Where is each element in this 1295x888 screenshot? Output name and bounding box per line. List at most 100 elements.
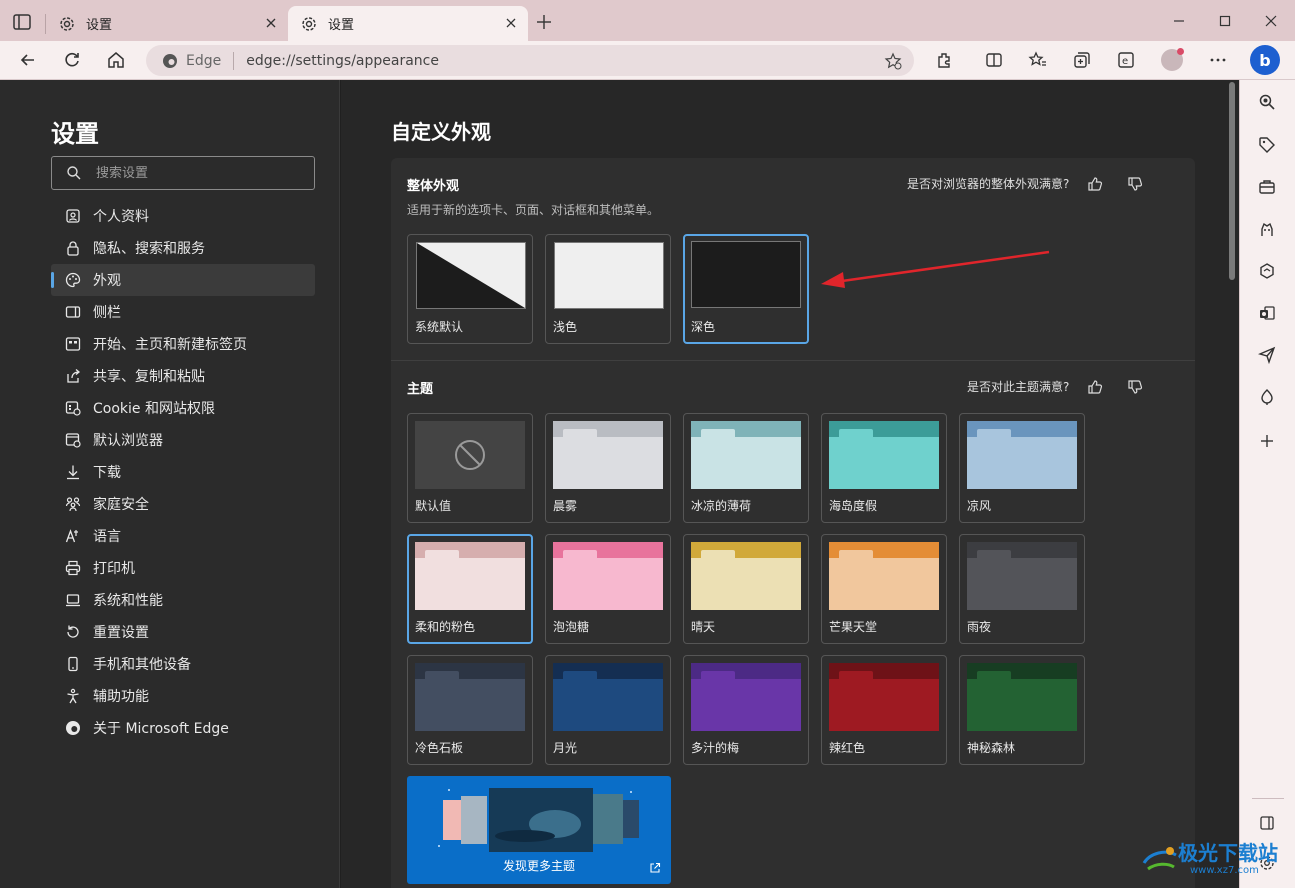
theme-tile[interactable]: 凉风 xyxy=(959,413,1085,523)
thumbs-up-icon[interactable] xyxy=(1087,379,1103,395)
tab-strip: 设置 设置 xyxy=(0,0,1295,41)
new-tab-icon[interactable] xyxy=(536,14,552,30)
theme-preview-tab xyxy=(839,671,873,683)
toolbox-icon[interactable] xyxy=(1258,178,1276,196)
tab-settings-2[interactable]: 设置 xyxy=(288,6,528,41)
theme-tile[interactable]: 多汁的梅 xyxy=(683,655,809,765)
copilot-label: b xyxy=(1259,50,1271,70)
sidebar-item-share[interactable]: 共享、复制和粘贴 xyxy=(51,360,315,392)
close-window-icon[interactable] xyxy=(1264,14,1278,28)
sidebar-item-reset[interactable]: 重置设置 xyxy=(51,616,315,648)
sidebar-item-system[interactable]: 系统和性能 xyxy=(51,584,315,616)
theme-tile[interactable]: 芒果天堂 xyxy=(821,534,947,644)
theme-tile[interactable]: 柔和的粉色 xyxy=(407,534,533,644)
sidebar-item-default-browser[interactable]: 默认浏览器 xyxy=(51,424,315,456)
drop-icon[interactable] xyxy=(1258,388,1276,406)
browser-icon xyxy=(65,433,81,448)
theme-preview xyxy=(691,542,801,610)
family-icon xyxy=(65,497,81,512)
more-icon[interactable] xyxy=(1208,50,1228,70)
back-icon[interactable] xyxy=(18,50,38,70)
sidebar-item-start-home[interactable]: 开始、主页和新建标签页 xyxy=(51,328,315,360)
theme-tile[interactable]: 晨雾 xyxy=(545,413,671,523)
tab-actions-icon[interactable] xyxy=(12,13,32,31)
theme-tile[interactable]: 冰凉的薄荷 xyxy=(683,413,809,523)
collections-icon[interactable] xyxy=(1072,50,1092,70)
theme-tile[interactable]: 默认值 xyxy=(407,413,533,523)
hide-sidebar-icon[interactable] xyxy=(1258,814,1276,832)
palette-icon xyxy=(65,272,81,288)
theme-tile[interactable]: 神秘森林 xyxy=(959,655,1085,765)
thumbs-up-icon[interactable] xyxy=(1087,176,1103,192)
address-bar[interactable]: Edge edge://settings/appearance xyxy=(146,45,914,76)
theme-tile[interactable]: 海岛度假 xyxy=(821,413,947,523)
sidebar-item-sidebar[interactable]: 侧栏 xyxy=(51,296,315,328)
main-scrollbar[interactable] xyxy=(1226,80,1238,888)
add-icon[interactable] xyxy=(1258,432,1276,450)
send-icon[interactable] xyxy=(1258,346,1276,364)
favorites-icon[interactable] xyxy=(1028,50,1048,70)
split-screen-icon[interactable] xyxy=(984,50,1004,70)
sidebar-item-downloads[interactable]: 下载 xyxy=(51,456,315,488)
refresh-icon[interactable] xyxy=(62,50,82,70)
theme-preview-body xyxy=(829,437,939,489)
close-icon[interactable] xyxy=(504,16,518,30)
search-icon[interactable] xyxy=(1258,93,1276,111)
sidebar-item-about[interactable]: 关于 Microsoft Edge xyxy=(51,712,315,744)
theme-tile[interactable]: 冷色石板 xyxy=(407,655,533,765)
address-url[interactable]: edge://settings/appearance xyxy=(246,53,439,69)
avatar[interactable] xyxy=(1161,48,1184,71)
minimize-icon[interactable] xyxy=(1172,14,1186,28)
copilot-button[interactable]: b xyxy=(1250,45,1280,75)
theme-preview-tab xyxy=(839,550,873,562)
sidebar-item-cookies[interactable]: Cookie 和网站权限 xyxy=(51,392,315,424)
sidebar-item-profile[interactable]: 个人资料 xyxy=(51,200,315,232)
home-icon[interactable] xyxy=(106,50,126,70)
ie-mode-icon[interactable]: e xyxy=(1116,50,1136,70)
discover-more-themes[interactable]: 发现更多主题 xyxy=(407,776,671,884)
sidebar-item-accessibility[interactable]: 辅助功能 xyxy=(51,680,315,712)
tag-icon[interactable] xyxy=(1258,136,1276,154)
theme-preview xyxy=(415,542,525,610)
games-icon[interactable] xyxy=(1258,220,1276,238)
theme-preview-tab xyxy=(425,671,459,683)
appearance-option-system[interactable]: 系统默认 xyxy=(407,234,533,344)
sidebar-item-printers[interactable]: 打印机 xyxy=(51,552,315,584)
add-favorite-icon[interactable] xyxy=(884,52,902,70)
appearance-option-light[interactable]: 浅色 xyxy=(545,234,671,344)
sidebar-item-phone[interactable]: 手机和其他设备 xyxy=(51,648,315,680)
appearance-option-dark[interactable]: 深色 xyxy=(683,234,809,344)
sidebar-item-family[interactable]: 家庭安全 xyxy=(51,488,315,520)
close-icon[interactable] xyxy=(264,16,278,30)
light-preview xyxy=(554,242,664,309)
theme-preview-tab xyxy=(701,671,735,683)
sidebar-item-label: 侧栏 xyxy=(93,305,121,321)
watermark-swirl-icon xyxy=(1142,847,1177,871)
theme-preview xyxy=(967,542,1077,610)
gear-icon xyxy=(302,16,316,31)
edge-logo-icon xyxy=(163,53,177,68)
sidebar-item-languages[interactable]: 语言 xyxy=(51,520,315,552)
theme-tile[interactable]: 月光 xyxy=(545,655,671,765)
nav-title: 设置 xyxy=(51,120,99,148)
tab-settings-1[interactable]: 设置 xyxy=(46,6,288,41)
outlook-icon[interactable] xyxy=(1258,304,1276,322)
theme-tile[interactable]: 晴天 xyxy=(683,534,809,644)
theme-tile[interactable]: 泡泡糖 xyxy=(545,534,671,644)
scrollbar-thumb[interactable] xyxy=(1229,82,1235,280)
maximize-icon[interactable] xyxy=(1218,14,1232,28)
theme-preview-body xyxy=(829,558,939,610)
sidebar-item-privacy[interactable]: 隐私、搜索和服务 xyxy=(51,232,315,264)
theme-tile[interactable]: 雨夜 xyxy=(959,534,1085,644)
sidebar-item-appearance[interactable]: 外观 xyxy=(51,264,315,296)
thumbs-down-icon[interactable] xyxy=(1127,176,1143,192)
search-input[interactable] xyxy=(96,163,306,183)
extensions-icon[interactable] xyxy=(935,50,955,70)
nav-list: 个人资料 隐私、搜索和服务 外观 侧栏 开始、主页和新建标签页 共享、复制和粘贴… xyxy=(51,200,315,744)
theme-tile[interactable]: 辣红色 xyxy=(821,655,947,765)
theme-tile-label: 晨雾 xyxy=(553,499,578,513)
sidebar-item-label: 下载 xyxy=(93,465,121,481)
microsoft365-icon[interactable] xyxy=(1258,262,1276,280)
thumbs-down-icon[interactable] xyxy=(1127,379,1143,395)
search-box[interactable] xyxy=(51,156,315,190)
